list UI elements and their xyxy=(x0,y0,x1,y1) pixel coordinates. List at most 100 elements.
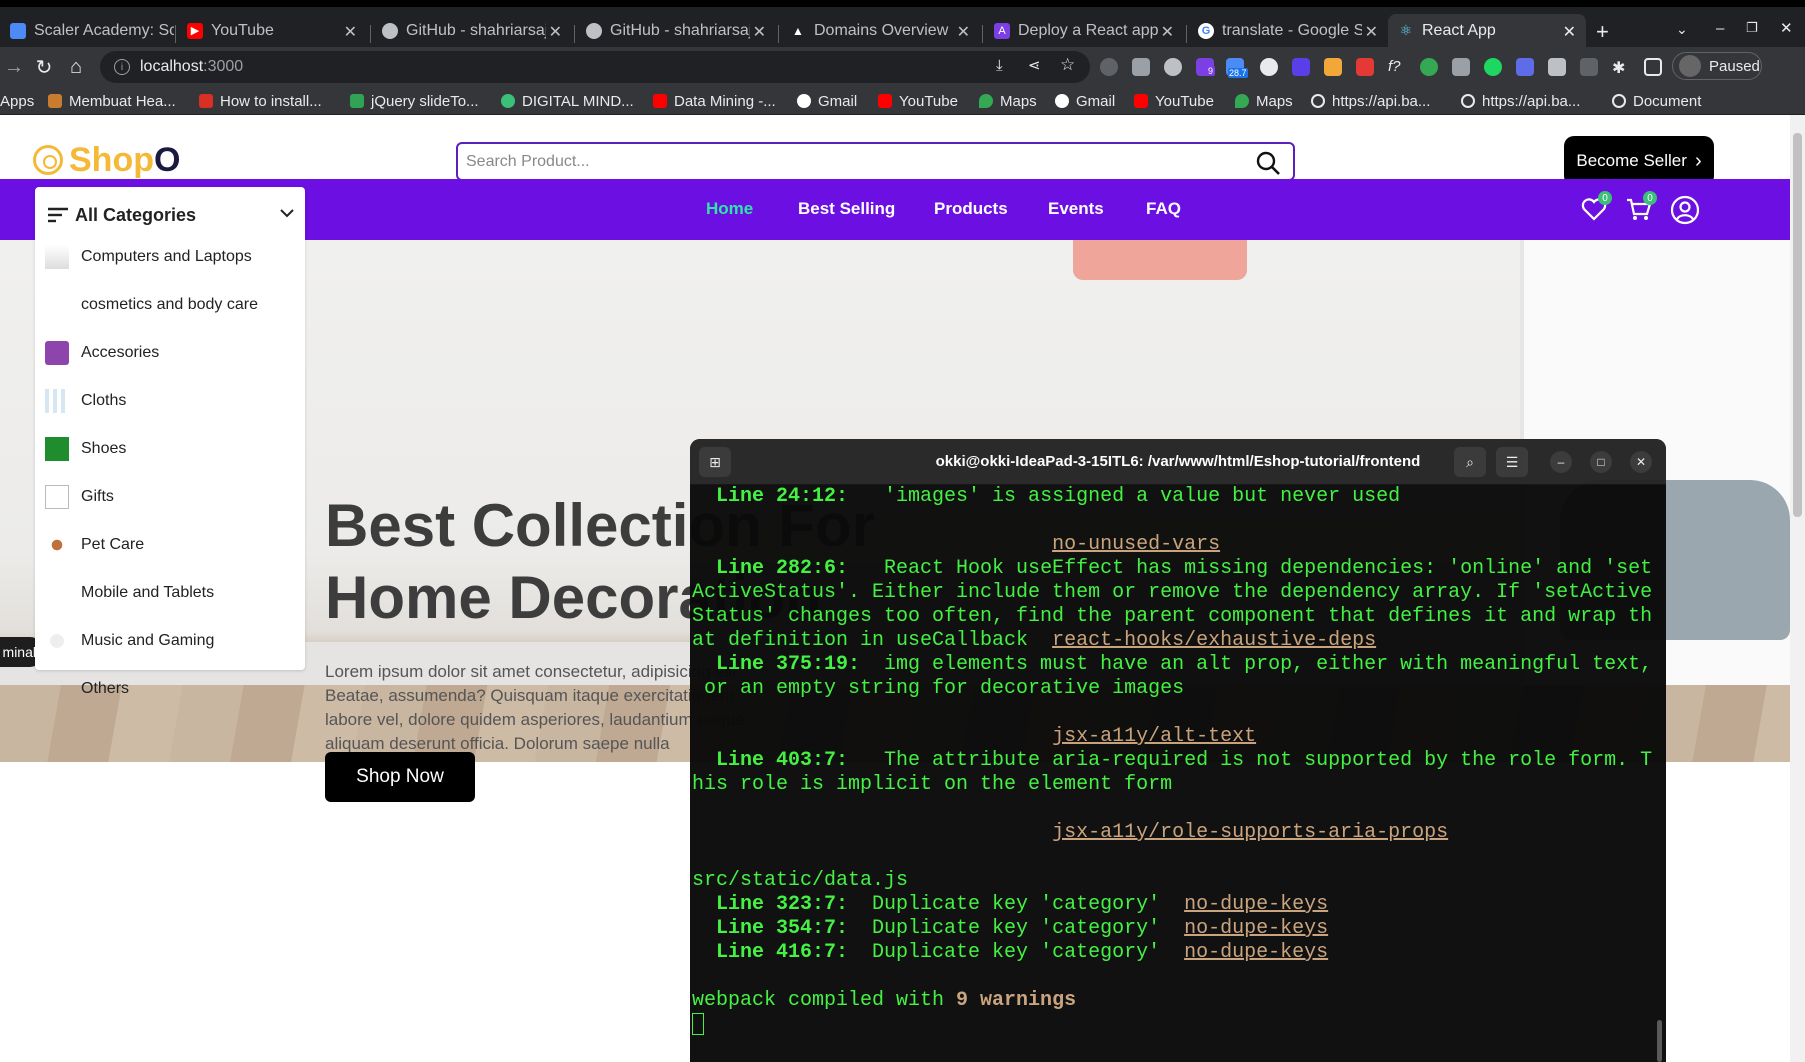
bookmark-item[interactable]: YouTube xyxy=(878,91,958,111)
browser-tab[interactable]: A Deploy a React app f ✕ xyxy=(984,14,1184,47)
extension-icon[interactable] xyxy=(1324,58,1342,76)
restore-icon[interactable]: ❐ xyxy=(1746,20,1758,36)
browser-tab[interactable]: GitHub - shahriarsaj ✕ xyxy=(576,14,776,47)
chevron-down-icon[interactable] xyxy=(279,205,295,221)
formula-extension-icon[interactable]: f? xyxy=(1388,58,1406,76)
extension-icon[interactable] xyxy=(1548,58,1566,76)
bookmark-item[interactable]: Data Mining -... xyxy=(653,91,776,111)
lint-rule-link[interactable]: no-dupe-keys xyxy=(1184,941,1328,964)
bookmark-item[interactable]: DIGITAL MIND... xyxy=(501,91,634,111)
cart-button[interactable]: 0 xyxy=(1625,191,1657,223)
bookmark-item[interactable]: https://api.ba... xyxy=(1311,91,1430,111)
extension-icon[interactable] xyxy=(1452,58,1470,76)
extension-icon[interactable]: 28.7 xyxy=(1226,58,1248,78)
profile-button[interactable]: Paused xyxy=(1672,52,1762,80)
extension-icon[interactable] xyxy=(1356,58,1374,76)
extension-icon[interactable] xyxy=(1516,58,1534,76)
nav-home[interactable]: Home xyxy=(706,199,753,219)
share-icon[interactable]: ⋖ xyxy=(1028,56,1041,74)
shop-now-button[interactable]: Shop Now xyxy=(325,752,475,802)
bookmark-item[interactable]: YouTube xyxy=(1134,91,1214,111)
bookmark-item[interactable]: Gmail xyxy=(797,91,857,111)
category-item[interactable]: Cloths xyxy=(45,386,295,416)
scrollbar-thumb[interactable] xyxy=(1793,133,1802,517)
search-icon[interactable]: ⌕ xyxy=(1454,447,1486,477)
terminal-scrollbar[interactable] xyxy=(1657,1020,1662,1062)
address-bar[interactable]: i localhost:3000 ⤓ ⋖ ☆ xyxy=(100,51,1090,83)
bookmark-item[interactable]: Document xyxy=(1612,91,1701,111)
extension-icon[interactable] xyxy=(1100,58,1118,76)
extensions-puzzle-icon[interactable]: ✱ xyxy=(1612,58,1630,77)
site-info-icon[interactable]: i xyxy=(114,59,130,75)
category-item[interactable]: Computers and Laptops xyxy=(45,242,295,272)
maximize-icon[interactable]: □ xyxy=(1590,451,1612,473)
browser-tab[interactable]: ▶ YouTube ✕ xyxy=(177,14,367,47)
browser-tab-active[interactable]: ⚛ React App ✕ xyxy=(1388,14,1586,47)
terminal-output[interactable]: Line 24:12: 'images' is assigned a value… xyxy=(692,485,1662,1037)
tab-close-icon[interactable]: ✕ xyxy=(1563,22,1576,42)
close-icon[interactable]: ✕ xyxy=(1630,451,1652,473)
tab-close-icon[interactable]: ✕ xyxy=(549,22,562,42)
lint-rule-link[interactable]: jsx-a11y/role-supports-aria-props xyxy=(1052,821,1448,844)
minimize-icon[interactable]: – xyxy=(1550,451,1572,473)
search-input[interactable] xyxy=(466,152,1246,171)
site-logo[interactable]: Shop O xyxy=(33,140,180,180)
wishlist-button[interactable]: 0 xyxy=(1580,191,1612,223)
browser-tab[interactable]: Scaler Academy: Sca xyxy=(0,14,175,47)
extension-icon[interactable] xyxy=(1292,58,1310,76)
bookmark-item[interactable]: Membuat Hea... xyxy=(48,91,176,111)
lint-rule-link[interactable]: jsx-a11y/alt-text xyxy=(1052,725,1256,748)
browser-tab[interactable]: Gtranslate - Google Se ✕ xyxy=(1188,14,1388,47)
nav-faq[interactable]: FAQ xyxy=(1146,199,1181,219)
lint-rule-link[interactable]: no-dupe-keys xyxy=(1184,917,1328,940)
category-item[interactable]: cosmetics and body care xyxy=(45,290,295,320)
category-item[interactable]: Shoes xyxy=(45,434,295,464)
minimize-icon[interactable]: – xyxy=(1716,20,1724,37)
lint-rule-link[interactable]: react-hooks/exhaustive-deps xyxy=(1052,629,1376,652)
install-icon[interactable]: ⤓ xyxy=(996,57,1003,74)
extension-icon[interactable] xyxy=(1260,58,1278,76)
bookmark-star-icon[interactable]: ☆ xyxy=(1060,55,1075,75)
extension-icon[interactable] xyxy=(1580,58,1598,76)
bookmark-item[interactable]: Gmail xyxy=(1055,91,1115,111)
window-close-icon[interactable]: ✕ xyxy=(1780,19,1793,37)
bookmark-item[interactable]: Maps xyxy=(1235,91,1293,111)
nav-best-selling[interactable]: Best Selling xyxy=(798,199,895,219)
bookmark-item[interactable]: Apps xyxy=(0,91,34,111)
tab-close-icon[interactable]: ✕ xyxy=(957,22,970,42)
back-icon[interactable]: → xyxy=(2,55,26,79)
browser-tab[interactable]: GitHub - shahriarsaj ✕ xyxy=(372,14,572,47)
reload-icon[interactable]: ↻ xyxy=(32,55,56,79)
nav-products[interactable]: Products xyxy=(934,199,1008,219)
category-item[interactable]: Mobile and Tablets xyxy=(45,578,295,608)
profile-button[interactable] xyxy=(1670,195,1700,225)
lint-rule-link[interactable]: no-unused-vars xyxy=(1052,533,1220,556)
nav-events[interactable]: Events xyxy=(1048,199,1104,219)
tab-close-icon[interactable]: ✕ xyxy=(753,22,766,42)
camera-extension-icon[interactable] xyxy=(1132,58,1150,76)
category-item[interactable]: Gifts xyxy=(45,482,295,512)
terminal-titlebar[interactable]: ⊞ okki@okki-IdeaPad-3-15ITL6: /var/www/h… xyxy=(690,439,1666,485)
home-icon[interactable]: ⌂ xyxy=(64,55,88,79)
bookmark-item[interactable]: Maps xyxy=(979,91,1037,111)
tab-close-icon[interactable]: ✕ xyxy=(1161,22,1174,42)
new-tab-button[interactable]: + xyxy=(1596,19,1609,45)
category-item[interactable]: Music and Gaming xyxy=(45,626,295,656)
lint-rule-link[interactable]: no-dupe-keys xyxy=(1184,893,1328,916)
tab-close-icon[interactable]: ✕ xyxy=(344,22,357,42)
extension-icon[interactable] xyxy=(1420,58,1438,76)
extension-icon[interactable]: 9 xyxy=(1196,58,1216,76)
page-scrollbar[interactable] xyxy=(1790,115,1805,1062)
all-categories-header[interactable]: All Categories xyxy=(47,201,297,229)
category-item[interactable]: Others xyxy=(45,674,295,704)
extension-icon[interactable] xyxy=(1164,58,1182,76)
category-item[interactable]: Pet Care xyxy=(45,530,295,560)
tab-search-icon[interactable]: ⌄ xyxy=(1676,21,1688,38)
browser-tab[interactable]: ▲ Domains Overview | ✕ xyxy=(780,14,980,47)
hamburger-menu-icon[interactable]: ☰ xyxy=(1496,447,1528,477)
bookmark-item[interactable]: https://api.ba... xyxy=(1461,91,1580,111)
bookmark-item[interactable]: jQuery slideTo... xyxy=(350,91,479,111)
category-item[interactable]: Accesories xyxy=(45,338,295,368)
side-panel-icon[interactable] xyxy=(1644,58,1662,76)
search-icon[interactable] xyxy=(1255,150,1281,176)
